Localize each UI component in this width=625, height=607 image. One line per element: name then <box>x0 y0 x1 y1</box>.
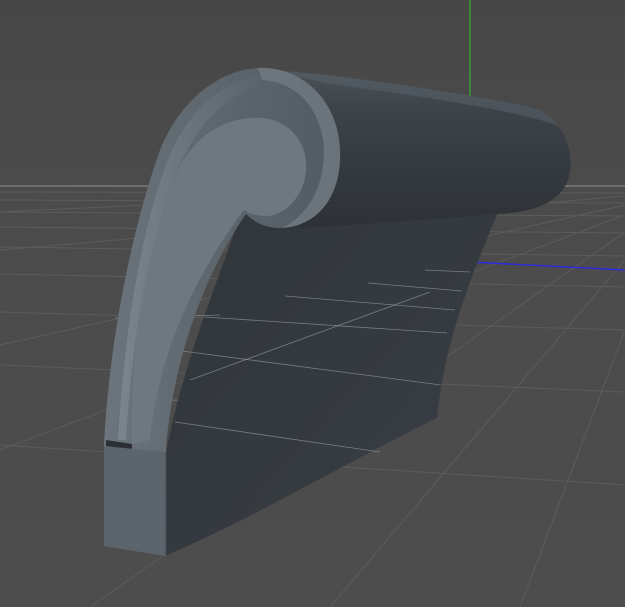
viewport-canvas[interactable] <box>0 0 625 607</box>
3d-viewport[interactable] <box>0 0 625 607</box>
model-base-block[interactable] <box>104 446 166 556</box>
